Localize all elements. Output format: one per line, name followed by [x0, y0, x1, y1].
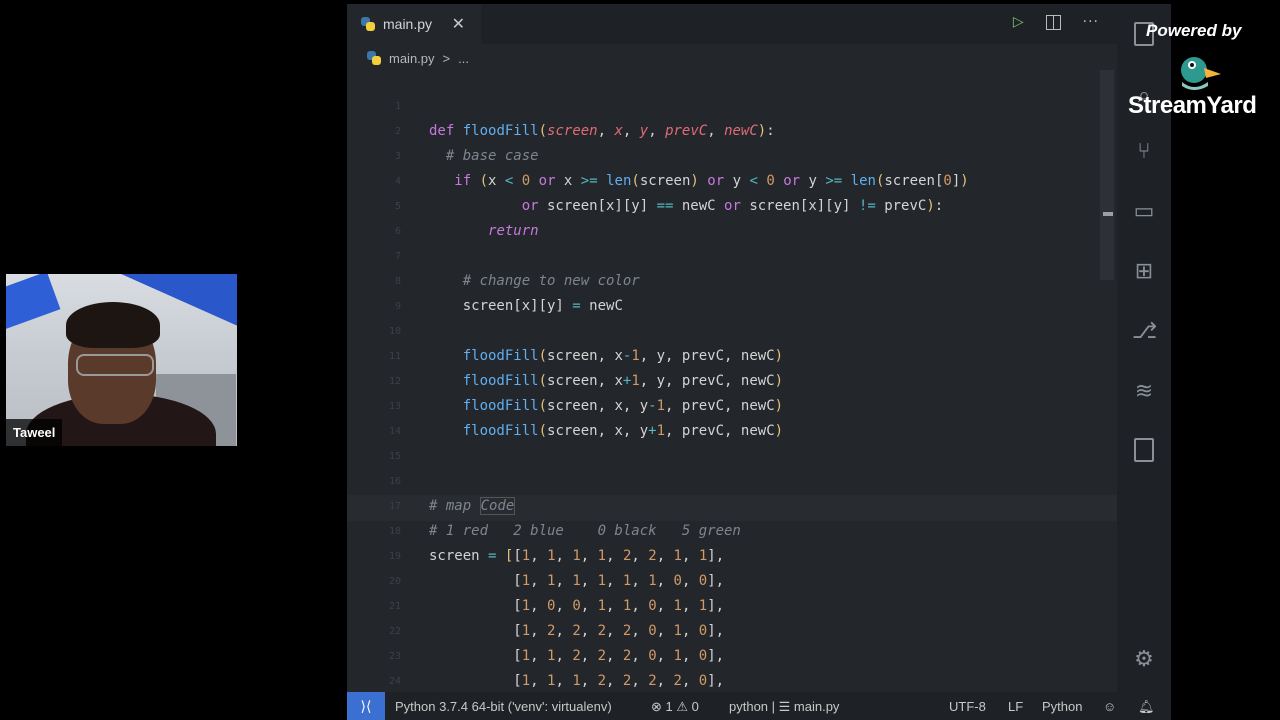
extensions-icon[interactable]: ⊞: [1132, 260, 1156, 284]
code-text[interactable]: floodFill(screen, x-1, y, prevC, newC): [429, 344, 783, 369]
problems-count[interactable]: ⊗ 1 ⚠ 0: [651, 699, 699, 715]
line-number: 8: [394, 276, 401, 287]
line-number: 16: [388, 476, 401, 487]
settings-gear-icon[interactable]: ⚙: [1132, 648, 1156, 672]
status-bar: ⟩⟨ Python 3.7.4 64-bit ('venv': virtuale…: [347, 692, 1171, 720]
code-text[interactable]: # 1 red 2 blue 0 black 5 green: [429, 519, 741, 544]
streamyard-brand: StreamYard: [1128, 92, 1257, 119]
code-text[interactable]: screen = [[1, 1, 1, 1, 2, 2, 1, 1],: [429, 544, 724, 569]
code-text[interactable]: if (x < 0 or x >= len(screen) or y < 0 o…: [429, 169, 968, 194]
line-number: 15: [388, 451, 401, 462]
line-number: 20: [388, 576, 401, 587]
code-text[interactable]: [1, 1, 2, 2, 2, 0, 1, 0],: [429, 644, 724, 669]
line-number: 10: [388, 326, 401, 337]
close-tab-icon[interactable]: ✕: [452, 14, 465, 33]
code-text[interactable]: [1, 2, 2, 2, 2, 0, 1, 0],: [429, 619, 724, 644]
python-file-icon: [367, 51, 381, 65]
code-text[interactable]: screen[x][y] = newC: [429, 294, 623, 319]
editor-actions: ▷ ···: [1013, 14, 1099, 30]
end-of-line[interactable]: LF: [1008, 699, 1023, 714]
code-text[interactable]: or screen[x][y] == newC or screen[x][y] …: [429, 194, 944, 219]
line-number: 14: [388, 426, 401, 437]
source-control-icon[interactable]: ⑂: [1132, 140, 1156, 164]
split-editor-icon[interactable]: [1045, 14, 1061, 30]
docker-icon[interactable]: ≋: [1132, 380, 1156, 404]
breadcrumb-separator: >: [442, 50, 451, 66]
line-number: 1: [394, 101, 401, 112]
streamyard-logo-icon: [1181, 57, 1221, 90]
breadcrumb: main.py > ...: [367, 48, 469, 68]
line-number: 3: [394, 151, 401, 162]
remote-explorer-icon[interactable]: ▭: [1132, 200, 1156, 224]
line-number: 22: [388, 626, 401, 637]
breadcrumb-more[interactable]: ...: [458, 51, 469, 66]
line-number: 19: [388, 551, 401, 562]
line-number: 7: [394, 251, 401, 262]
line-number: 6: [394, 226, 401, 237]
scrollbar-marker: [1103, 212, 1113, 216]
remote-indicator[interactable]: ⟩⟨: [347, 692, 385, 720]
notifications-bell-icon[interactable]: 🔔︎: [1138, 699, 1155, 715]
run-file-icon[interactable]: ▷: [1013, 14, 1024, 30]
line-number: 12: [388, 376, 401, 387]
line-number: 18: [388, 526, 401, 537]
code-text[interactable]: # base case: [429, 144, 539, 169]
git-graph-icon[interactable]: ⎇: [1132, 320, 1157, 344]
symbol-breadcrumb[interactable]: python | ☰ main.py: [729, 699, 839, 715]
code-text[interactable]: [1, 1, 1, 1, 1, 1, 0, 0],: [429, 569, 724, 594]
line-number: 11: [388, 351, 401, 362]
breadcrumb-file[interactable]: main.py: [389, 51, 435, 66]
line-number: 4: [394, 176, 401, 187]
line-number: 21: [388, 601, 401, 612]
line-number: 13: [388, 401, 401, 412]
code-text[interactable]: # map Code: [429, 494, 516, 519]
line-number: 24: [388, 676, 401, 687]
line-number: 2: [394, 126, 401, 137]
more-actions-icon[interactable]: ···: [1083, 14, 1099, 30]
code-text[interactable]: floodFill(screen, x+1, y, prevC, newC): [429, 369, 783, 394]
line-number: 9: [394, 301, 401, 312]
line-number: 23: [388, 651, 401, 662]
feedback-icon[interactable]: ☺: [1103, 699, 1116, 714]
language-mode[interactable]: Python: [1042, 699, 1082, 714]
participant-name: Taweel: [6, 419, 63, 446]
code-editor-window: main.py ✕ ▷ ··· main.py > ... 1 2 def floo…: [347, 4, 1171, 720]
encoding[interactable]: UTF-8: [949, 699, 986, 714]
vertical-scrollbar[interactable]: [1100, 70, 1114, 280]
code-text[interactable]: floodFill(screen, x, y+1, prevC, newC): [429, 419, 783, 444]
python-interpreter[interactable]: Python 3.7.4 64-bit ('venv': virtualenv): [395, 699, 612, 714]
tab-main-py[interactable]: main.py ✕: [347, 4, 481, 44]
code-text[interactable]: [1, 0, 0, 1, 1, 0, 1, 1],: [429, 594, 724, 619]
code-text[interactable]: # change to new color: [429, 269, 640, 294]
notebook-icon[interactable]: [1134, 438, 1154, 462]
tab-bar: main.py ✕ ▷ ···: [347, 4, 1171, 44]
code-text[interactable]: return: [429, 219, 539, 244]
powered-by-label: Powered by: [1146, 21, 1242, 40]
line-number: 5: [394, 201, 401, 212]
tab-label: main.py: [383, 16, 433, 32]
code-text[interactable]: [1, 1, 1, 2, 2, 2, 2, 0],: [429, 669, 724, 694]
streamyard-branding: Powered by StreamYard: [1128, 18, 1278, 128]
code-text[interactable]: def floodFill(screen, x, y, prevC, newC)…: [429, 119, 775, 144]
python-file-icon: [361, 17, 375, 31]
line-number: 17: [388, 501, 401, 512]
code-text[interactable]: floodFill(screen, x, y-1, prevC, newC): [429, 394, 783, 419]
webcam-feed: Taweel: [6, 274, 237, 446]
